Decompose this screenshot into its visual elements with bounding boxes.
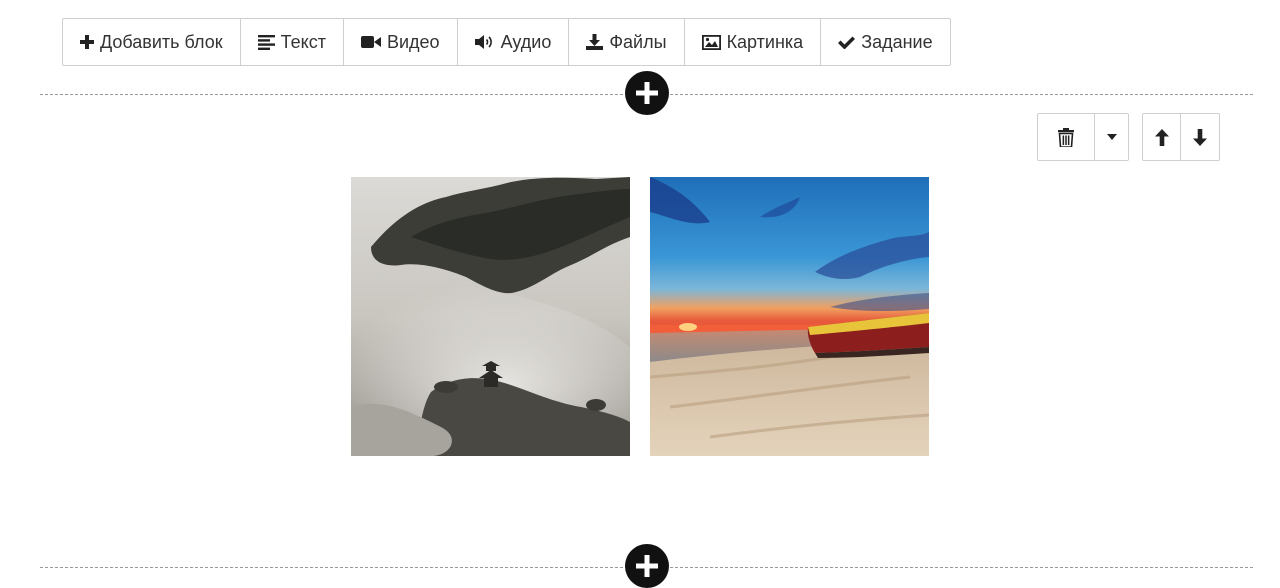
delete-block-button[interactable]: [1038, 114, 1095, 160]
trash-icon: [1058, 127, 1074, 147]
add-text-button[interactable]: Текст: [241, 19, 344, 65]
misty-mountain-photo: [351, 177, 630, 456]
plus-icon: [636, 555, 658, 577]
download-icon: [586, 34, 604, 50]
arrow-down-icon: [1193, 128, 1207, 146]
add-block-label: Добавить блок: [100, 31, 223, 52]
add-audio-button[interactable]: Аудио: [458, 19, 570, 65]
add-files-button[interactable]: Файлы: [569, 19, 685, 65]
audio-label: Аудио: [500, 31, 552, 52]
arrow-up-icon: [1154, 128, 1169, 146]
checkmark-icon: [838, 36, 856, 49]
block-actions-group: [1037, 113, 1129, 161]
add-image-button[interactable]: Картинка: [685, 19, 822, 65]
add-task-button[interactable]: Задание: [821, 19, 949, 65]
move-block-down-button[interactable]: [1181, 114, 1219, 160]
plus-icon: [80, 35, 94, 49]
add-video-button[interactable]: Видео: [344, 19, 458, 65]
block-options-dropdown[interactable]: [1095, 114, 1128, 160]
files-label: Файлы: [609, 31, 667, 52]
text-label: Текст: [280, 31, 326, 52]
add-block-button[interactable]: Добавить блок: [63, 19, 241, 65]
align-left-icon: [257, 34, 275, 50]
caret-down-icon: [1106, 134, 1117, 140]
volume-icon: [474, 35, 492, 49]
insert-block-button-bottom[interactable]: [625, 544, 669, 588]
beach-sunset-boat-photo: [650, 177, 929, 456]
plus-icon: [636, 82, 658, 104]
video-camera-icon: [360, 36, 381, 48]
block-move-group: [1142, 113, 1220, 161]
insert-block-button-top[interactable]: [625, 71, 669, 115]
picture-icon: [701, 34, 721, 50]
task-label: Задание: [861, 31, 933, 52]
move-block-up-button[interactable]: [1143, 114, 1181, 160]
block-toolbar: Добавить блок Текст Видео Аудио Файлы Ка…: [62, 18, 951, 66]
video-label: Видео: [386, 31, 440, 52]
image-label: Картинка: [726, 31, 804, 52]
